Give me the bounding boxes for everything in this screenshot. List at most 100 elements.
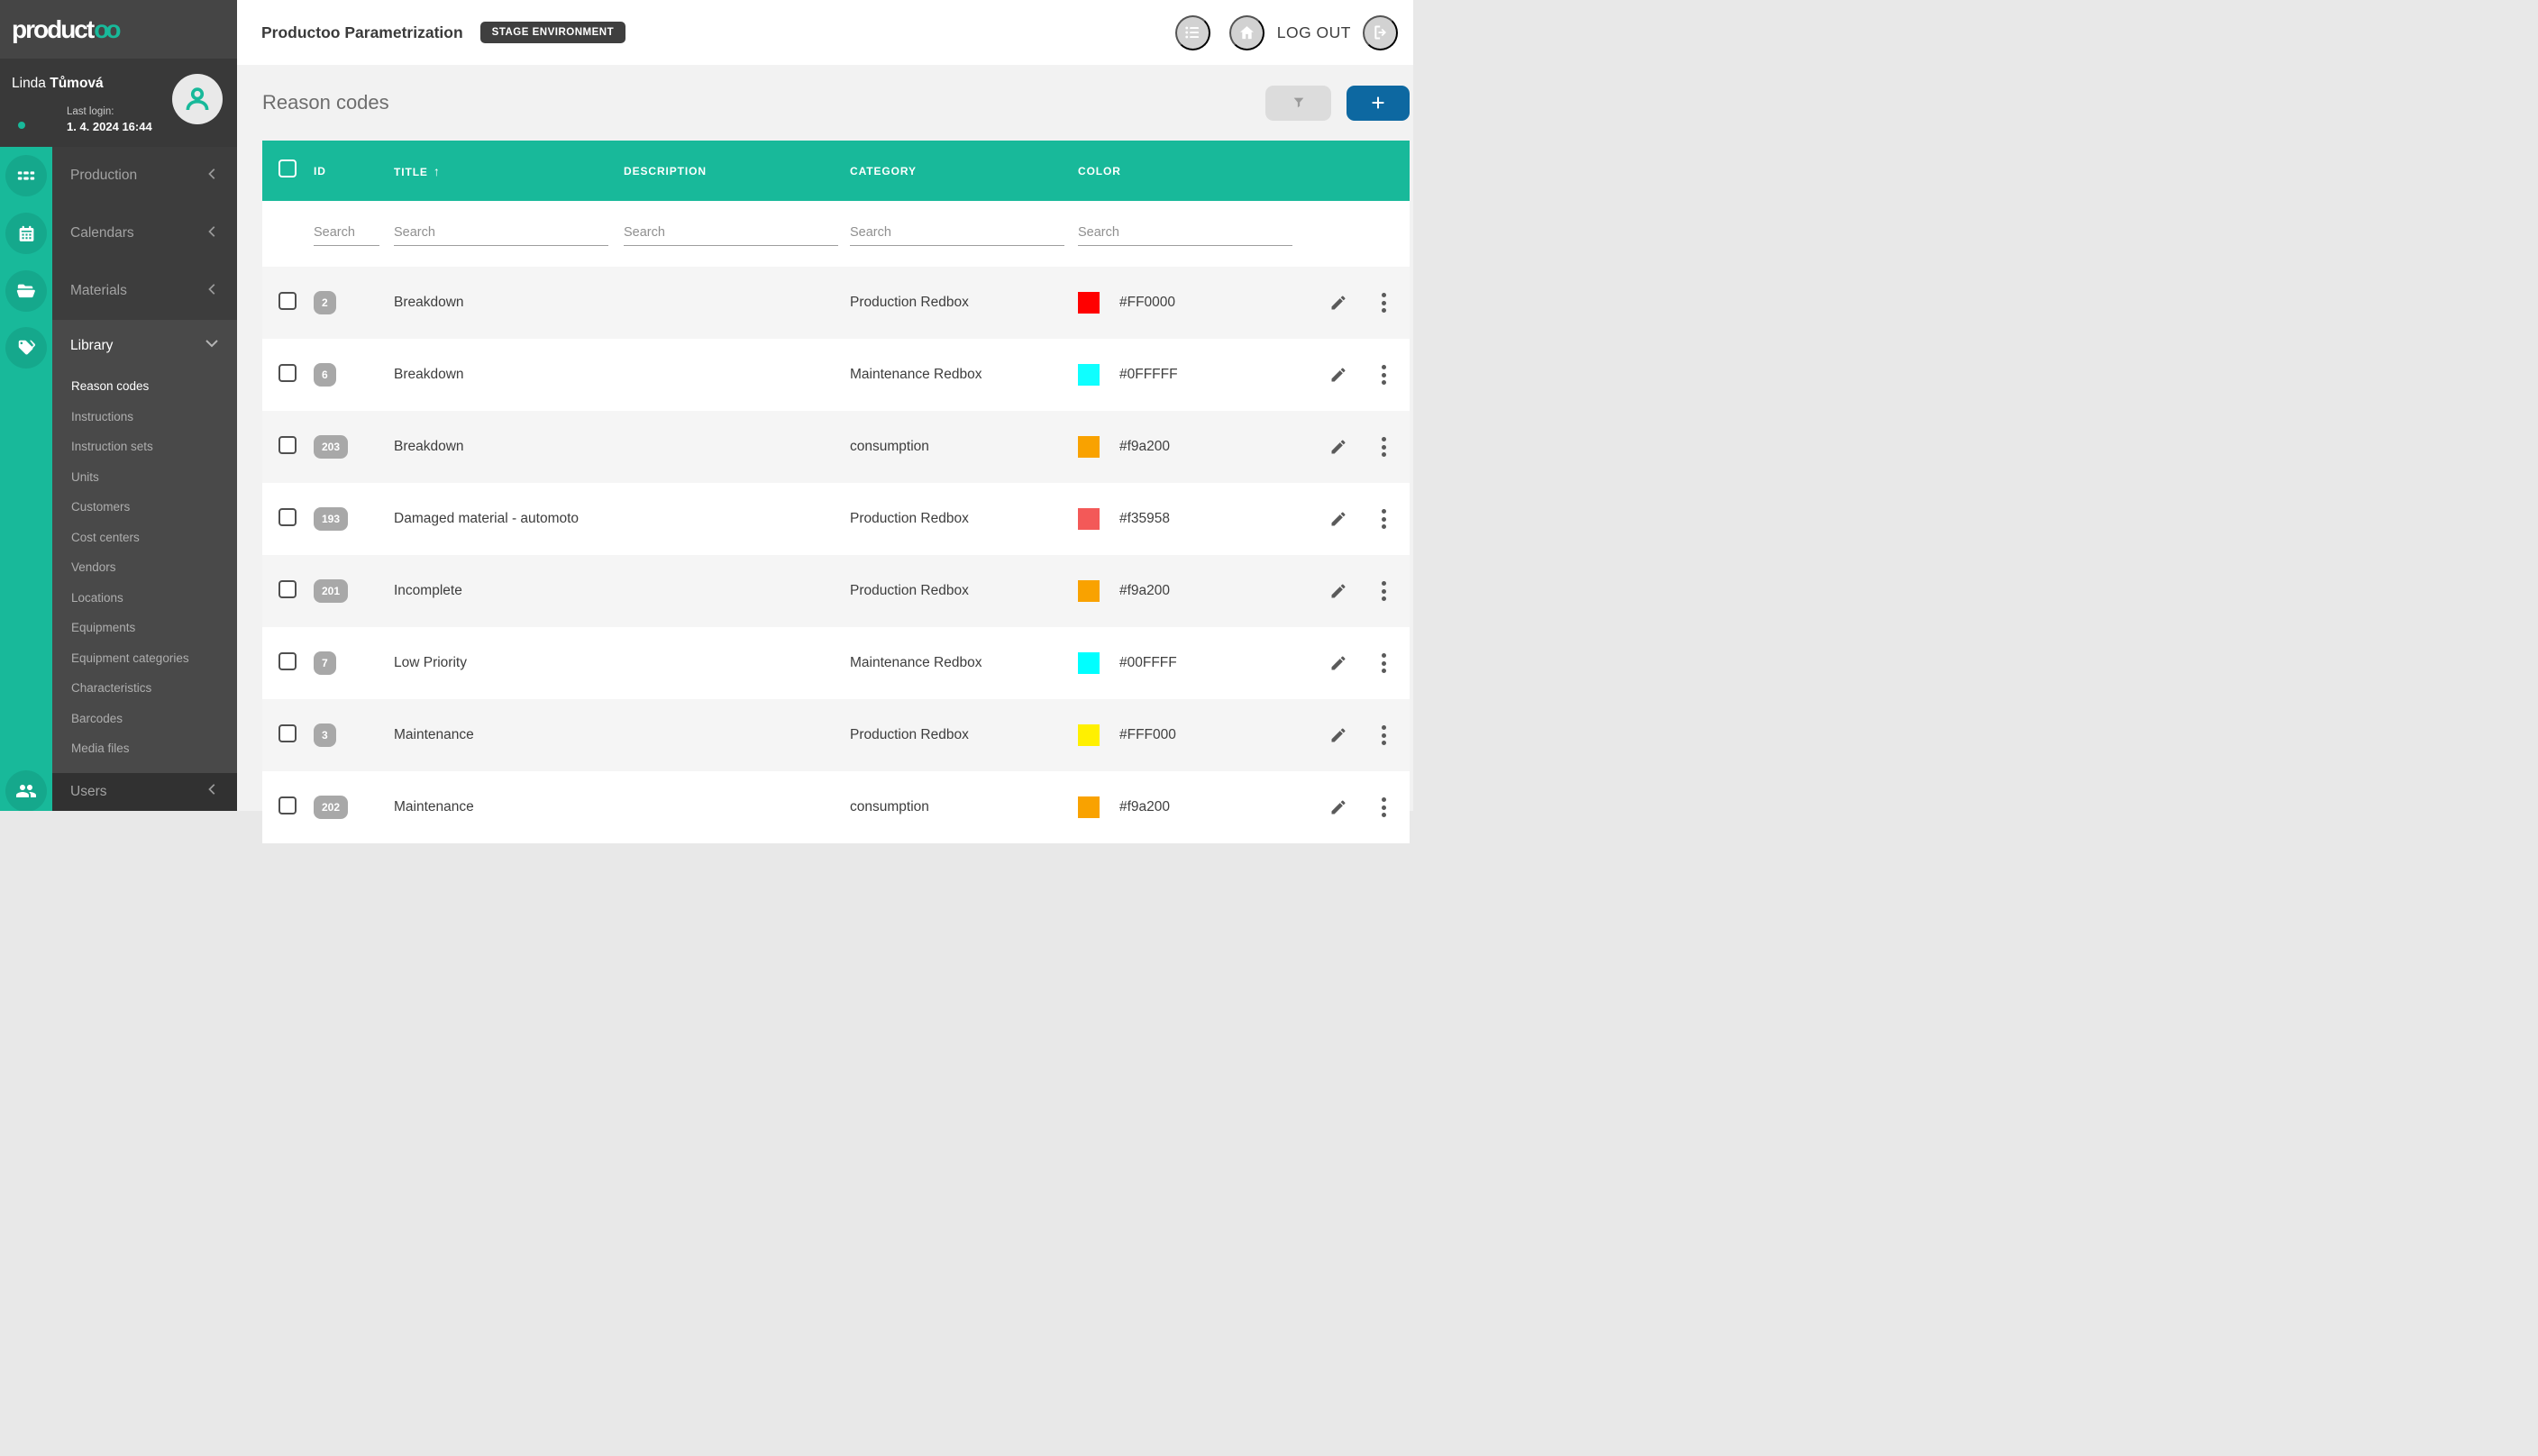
- sidebar-item-media-files[interactable]: Media files: [52, 733, 237, 764]
- more-menu-icon[interactable]: [1382, 437, 1386, 457]
- row-category: Maintenance Redbox: [850, 655, 982, 670]
- library-section: Library Reason codes Instructions Instruct…: [52, 320, 237, 773]
- pencil-icon: [1331, 440, 1346, 454]
- production-icon[interactable]: [5, 155, 47, 196]
- pencil-icon: [1331, 656, 1346, 670]
- reason-codes-table: ID TITLE ↑ DESCRIPTION CATEGORY COLOR Se…: [262, 141, 1410, 843]
- column-header-category[interactable]: CATEGORY: [840, 165, 1068, 177]
- table-row: 6 Breakdown Maintenance Redbox #0FFFFF: [262, 339, 1410, 411]
- row-category: Maintenance Redbox: [850, 367, 982, 382]
- content: Reason codes ID TITLE ↑ DESCRIPTION CATE…: [237, 65, 1413, 843]
- row-checkbox[interactable]: [278, 363, 297, 382]
- sidebar-lower: Production Calendars Materials Library Rea…: [0, 147, 237, 811]
- users-icon[interactable]: [5, 770, 47, 811]
- sidebar-item-characteristics[interactable]: Characteristics: [52, 673, 237, 704]
- more-menu-icon[interactable]: [1382, 797, 1386, 817]
- edit-button[interactable]: [1329, 582, 1347, 600]
- edit-button[interactable]: [1329, 366, 1347, 384]
- sidebar-item-locations[interactable]: Locations: [52, 583, 237, 614]
- sidebar-item-equipments[interactable]: Equipments: [52, 613, 237, 643]
- chevron-left-icon: [206, 282, 219, 301]
- sidebar-item-reason-codes[interactable]: Reason codes: [52, 371, 237, 402]
- sidebar-item-label: Library: [70, 337, 114, 353]
- edit-button[interactable]: [1329, 294, 1347, 312]
- add-button[interactable]: [1347, 85, 1410, 121]
- sidebar-item-production[interactable]: Production: [52, 147, 237, 205]
- user-last-name: Tůmová: [50, 76, 104, 91]
- select-all-checkbox[interactable]: [278, 159, 297, 177]
- more-menu-icon[interactable]: [1382, 581, 1386, 601]
- search-row: [262, 201, 1410, 267]
- sidebar-item-equipment-categories[interactable]: Equipment categories: [52, 643, 237, 674]
- search-input-id[interactable]: [314, 222, 379, 246]
- column-header-title[interactable]: TITLE ↑: [384, 164, 614, 178]
- avatar: [172, 74, 223, 124]
- row-title: Damaged material - automoto: [394, 511, 580, 526]
- sidebar-item-cost-centers[interactable]: Cost centers: [52, 523, 237, 553]
- sidebar-nav: Production Calendars Materials: [52, 147, 237, 320]
- row-checkbox[interactable]: [278, 291, 297, 310]
- row-checkbox[interactable]: [278, 579, 297, 598]
- column-label: TITLE: [394, 165, 428, 178]
- sidebar-item-instructions[interactable]: Instructions: [52, 402, 237, 432]
- row-title: Low Priority: [394, 655, 467, 670]
- header-checkbox-cell: [262, 159, 304, 182]
- edit-button[interactable]: [1329, 654, 1347, 672]
- calendars-icon[interactable]: [5, 213, 47, 254]
- row-id-badge: 2: [314, 291, 336, 314]
- row-checkbox[interactable]: [278, 723, 297, 742]
- row-checkbox[interactable]: [278, 435, 297, 454]
- row-category: Production Redbox: [850, 583, 969, 598]
- page-actions: [1265, 85, 1410, 121]
- row-title: Maintenance: [394, 727, 474, 742]
- sidebar-item-users[interactable]: Users: [52, 772, 237, 811]
- row-checkbox[interactable]: [278, 796, 297, 814]
- row-checkbox[interactable]: [278, 651, 297, 670]
- sidebar-item-barcodes[interactable]: Barcodes: [52, 704, 237, 734]
- sidebar-item-library[interactable]: Library: [52, 320, 237, 371]
- edit-button[interactable]: [1329, 438, 1347, 456]
- more-menu-icon[interactable]: [1382, 725, 1386, 745]
- more-menu-icon[interactable]: [1382, 509, 1386, 529]
- edit-button[interactable]: [1329, 726, 1347, 744]
- search-input-title[interactable]: [394, 222, 608, 246]
- edit-button[interactable]: [1329, 798, 1347, 816]
- people-icon: [16, 785, 36, 797]
- productoo-logo: productoo: [12, 14, 121, 44]
- column-header-description[interactable]: DESCRIPTION: [614, 165, 840, 177]
- table-row: 201 Incomplete Production Redbox #f9a200: [262, 555, 1410, 627]
- materials-icon[interactable]: [5, 270, 47, 312]
- filter-funnel-icon: [1293, 97, 1303, 108]
- logout-button[interactable]: [1363, 14, 1398, 50]
- edit-button[interactable]: [1329, 510, 1347, 528]
- sidebar-item-materials[interactable]: Materials: [52, 262, 237, 320]
- sort-asc-icon: ↑: [433, 163, 441, 178]
- search-input-description[interactable]: [624, 222, 838, 246]
- library-icon[interactable]: [5, 327, 47, 369]
- color-swatch: [1078, 724, 1100, 746]
- sidebar-item-calendars[interactable]: Calendars: [52, 205, 237, 262]
- row-title: Incomplete: [394, 583, 462, 598]
- logo-oo: oo: [94, 14, 121, 43]
- more-menu-icon[interactable]: [1382, 365, 1386, 385]
- filter-button[interactable]: [1265, 85, 1331, 121]
- sidebar-item-customers[interactable]: Customers: [52, 492, 237, 523]
- search-input-color[interactable]: [1078, 222, 1292, 246]
- logo-bar: productoo: [0, 0, 237, 59]
- more-menu-icon[interactable]: [1382, 653, 1386, 673]
- logout-label[interactable]: LOG OUT: [1277, 23, 1351, 42]
- home-button[interactable]: [1228, 14, 1264, 50]
- column-header-id[interactable]: ID: [304, 165, 384, 177]
- sidebar-item-instruction-sets[interactable]: Instruction sets: [52, 432, 237, 462]
- icon-rail: [0, 147, 52, 811]
- sidebar-item-vendors[interactable]: Vendors: [52, 552, 237, 583]
- search-input-category[interactable]: [850, 222, 1064, 246]
- sidebar-item-units[interactable]: Units: [52, 462, 237, 493]
- sidebar-item-label: Calendars: [70, 225, 134, 241]
- chevron-left-icon: [206, 167, 219, 186]
- more-menu-icon[interactable]: [1382, 293, 1386, 313]
- column-header-color[interactable]: COLOR: [1068, 165, 1289, 177]
- row-id-badge: 202: [314, 796, 349, 819]
- list-menu-button[interactable]: [1174, 14, 1210, 50]
- row-checkbox[interactable]: [278, 507, 297, 526]
